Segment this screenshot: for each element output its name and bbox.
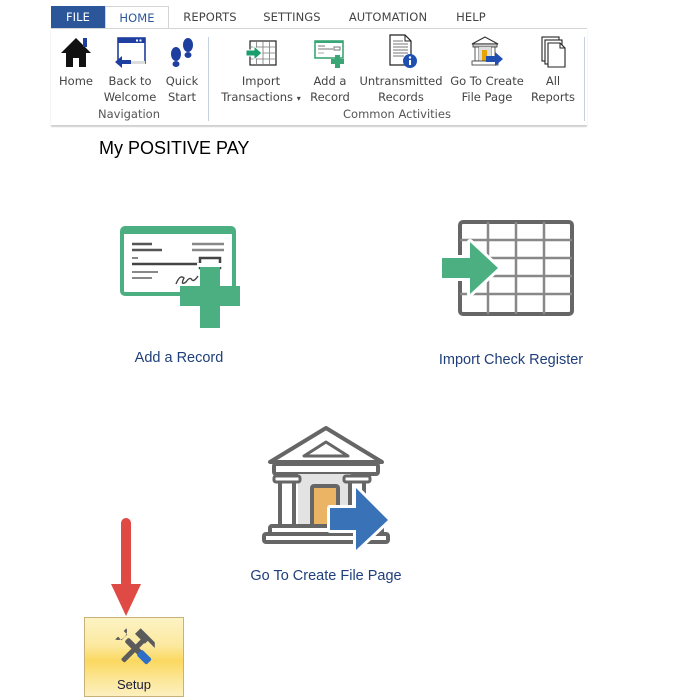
add-a-record-button[interactable]: Add a Record [307,33,353,105]
import-grid-icon [219,33,303,69]
bank-arrow-icon [449,33,525,69]
home-button[interactable]: Home [55,33,97,89]
page-title: My POSITIVE PAY [99,138,250,158]
import-transactions-label-1: Import [241,74,281,88]
back-to-welcome-button[interactable]: Back to Welcome [101,33,159,105]
import-check-register-tile-label[interactable]: Import Check Register [434,352,588,368]
import-grid-icon [434,220,588,330]
import-transactions-label-2: Transactions ▾ [221,90,301,104]
untransmitted-records-label-2: Records [378,90,424,104]
all-reports-button[interactable]: All Reports [529,33,577,105]
navigation-group-label: Navigation [97,107,161,121]
annotation-arrow [110,516,142,618]
tab-reports[interactable]: REPORTS [171,6,249,29]
untransmitted-records-button[interactable]: Untransmitted Records [357,33,445,105]
ribbon-tabs: FILE HOME REPORTS SETTINGS AUTOMATION HE… [51,6,587,29]
common-activities-group-label: Common Activities [343,107,451,121]
all-reports-label-2: Reports [530,90,576,104]
import-check-register-tile[interactable]: Import Check Register [434,220,588,368]
quick-start-button[interactable]: Quick Start [163,33,201,105]
back-window-icon [101,33,159,69]
go-to-create-file-page-button[interactable]: Go To Create File Page [449,33,525,105]
tab-file[interactable]: FILE [51,6,105,29]
group-separator [584,37,585,121]
go-to-create-file-page-tile[interactable]: Go To Create File Page [250,426,408,584]
quick-start-label-2: Start [167,90,197,104]
quick-start-label-1: Quick [165,74,199,88]
go-to-create-file-page-label-2: File Page [461,90,513,104]
all-reports-label-1: All [545,74,561,88]
back-to-welcome-label-1: Back to [108,74,152,88]
pages-stack-icon [529,33,577,69]
bank-arrow-icon [252,426,408,553]
setup-button[interactable]: Setup [84,617,184,697]
footprints-icon [163,33,201,69]
go-to-create-file-page-tile-label[interactable]: Go To Create File Page [244,568,408,584]
tab-automation[interactable]: AUTOMATION [336,6,440,29]
group-separator [208,37,209,121]
document-info-icon [357,33,445,69]
tab-home[interactable]: HOME [105,6,169,29]
import-transactions-button[interactable]: Import Transactions ▾ [219,33,303,107]
go-to-create-file-page-label-1: Go To Create [450,74,524,88]
ribbon: FILE HOME REPORTS SETTINGS AUTOMATION HE… [51,6,587,125]
tools-icon [111,624,159,672]
untransmitted-records-label-1: Untransmitted [359,74,443,88]
tab-settings[interactable]: SETTINGS [251,6,333,29]
check-add-icon [120,224,244,330]
dropdown-caret-icon: ▾ [296,94,301,103]
add-a-record-label-2: Record [310,90,350,104]
add-a-record-label-1: Add a [313,74,347,88]
tab-help[interactable]: HELP [443,6,499,29]
ribbon-body: Home Back to Welcome Quick Start Navigat… [51,28,587,125]
check-add-icon [307,33,353,69]
back-to-welcome-label-2: Welcome [103,90,157,104]
setup-label: Setup [117,677,151,692]
add-a-record-tile-label[interactable]: Add a Record [114,350,244,366]
home-icon [55,33,97,69]
home-button-label: Home [59,74,93,88]
add-a-record-tile[interactable]: Add a Record [120,224,244,366]
